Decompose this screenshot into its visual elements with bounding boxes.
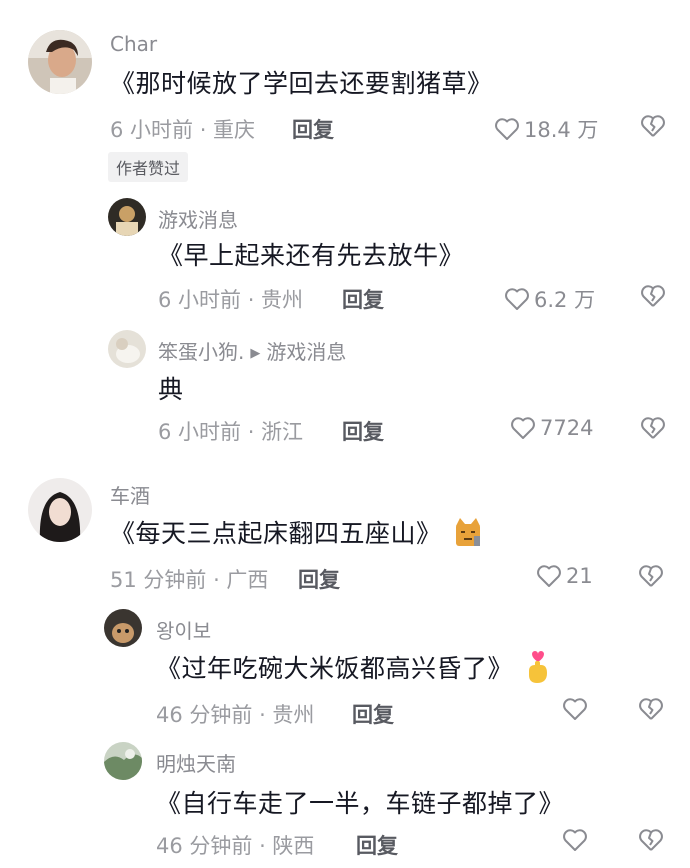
comment-text: 《过年吃碗大米饭都高兴昏了》 (156, 649, 553, 691)
like-button[interactable] (562, 828, 592, 852)
reply-button[interactable]: 回复 (292, 114, 334, 144)
like-count: 18.4 万 (524, 118, 599, 142)
comment-text: 典 (158, 375, 184, 404)
comment-text: 《那时候放了学回去还要割猪草》 (110, 69, 493, 98)
broken-heart-icon (639, 829, 663, 851)
username[interactable]: 车酒 (110, 480, 150, 509)
comment-meta: 51 分钟前 · 广西 (110, 568, 269, 592)
heart-icon (505, 288, 529, 310)
reply-item: 왕이보 《过年吃碗大米饭都高兴昏了》 46 分钟前 · 贵州 回复 (0, 605, 690, 735)
cat-face-emoji (452, 516, 484, 554)
username[interactable]: 明烛天南 (156, 748, 236, 777)
like-button[interactable]: 18.4 万 (494, 114, 598, 144)
like-count: 6.2 万 (534, 288, 596, 312)
heart-icon (563, 829, 587, 851)
dislike-button[interactable] (640, 416, 666, 444)
like-button[interactable] (562, 697, 592, 721)
avatar[interactable] (28, 30, 92, 94)
like-count: 7724 (540, 416, 594, 440)
username[interactable]: 游戏消息 (158, 204, 238, 233)
reply-button[interactable]: 回复 (342, 416, 384, 446)
comment-item: Char 《那时候放了学回去还要割猪草》 6 小时前 · 重庆 回复 18.4 … (0, 0, 690, 190)
comment-text: 《早上起来还有先去放牛》 (158, 241, 465, 270)
comment-meta: 46 分钟前 · 贵州 (156, 703, 315, 727)
username[interactable]: Char (110, 32, 157, 56)
dislike-button[interactable] (640, 284, 666, 312)
reply-item: 笨蛋小狗. ▶ 游戏消息 典 6 小时前 · 浙江 回复 7724 (0, 320, 690, 460)
broken-heart-icon (641, 417, 665, 439)
reply-item: 明烛天南 《自行车走了一半，车链子都掉了》 46 分钟前 · 陕西 回复 (0, 738, 690, 868)
reply-button[interactable]: 回复 (298, 564, 340, 594)
reply-button[interactable]: 回复 (342, 284, 384, 314)
reply-button[interactable]: 回复 (352, 699, 394, 729)
username[interactable]: 笨蛋小狗. ▶ 游戏消息 (158, 336, 346, 365)
comment-text-content: 《过年吃碗大米饭都高兴昏了》 (156, 654, 514, 683)
username[interactable]: 왕이보 (156, 615, 211, 644)
avatar[interactable] (28, 478, 92, 542)
reply-item: 游戏消息 《早上起来还有先去放牛》 6 小时前 · 贵州 回复 6.2 万 (0, 190, 690, 320)
heart-icon (563, 698, 587, 720)
comment-text: 《每天三点起床翻四五座山》 (110, 514, 484, 554)
comment-text: 《自行车走了一半，车链子都掉了》 (156, 789, 565, 818)
author-liked-badge: 作者赞过 (108, 152, 189, 182)
finger-heart-emoji (523, 649, 553, 691)
broken-heart-icon (639, 565, 663, 587)
like-button[interactable]: 7724 (510, 416, 593, 440)
dislike-button[interactable] (640, 114, 666, 142)
heart-icon (511, 417, 535, 439)
heart-icon (537, 565, 561, 587)
comment-meta: 6 小时前 · 重庆 (110, 118, 256, 142)
avatar[interactable] (104, 609, 142, 647)
dislike-button[interactable] (638, 697, 664, 725)
comment-meta: 6 小时前 · 贵州 (158, 288, 304, 312)
like-button[interactable]: 21 (536, 564, 593, 588)
comment-meta: 46 分钟前 · 陕西 (156, 834, 315, 858)
broken-heart-icon (641, 115, 665, 137)
avatar[interactable] (108, 198, 146, 236)
comment-meta: 6 小时前 · 浙江 (158, 420, 304, 444)
avatar[interactable] (104, 742, 142, 780)
heart-icon (495, 118, 519, 140)
comment-text-content: 《每天三点起床翻四五座山》 (110, 519, 442, 548)
dislike-button[interactable] (638, 828, 664, 856)
broken-heart-icon (641, 285, 665, 307)
reply-to-username[interactable]: 游戏消息 (266, 340, 346, 364)
broken-heart-icon (639, 698, 663, 720)
dislike-button[interactable] (638, 564, 664, 592)
username-text: 笨蛋小狗. (158, 340, 245, 364)
like-count: 21 (566, 564, 593, 588)
avatar[interactable] (108, 330, 146, 368)
like-button[interactable]: 6.2 万 (504, 284, 595, 314)
reply-button[interactable]: 回复 (356, 830, 398, 860)
reply-arrow-icon: ▶ (250, 346, 261, 361)
comment-item: 车酒 《每天三点起床翻四五座山》 51 分钟前 · 广西 回复 21 (0, 470, 690, 600)
